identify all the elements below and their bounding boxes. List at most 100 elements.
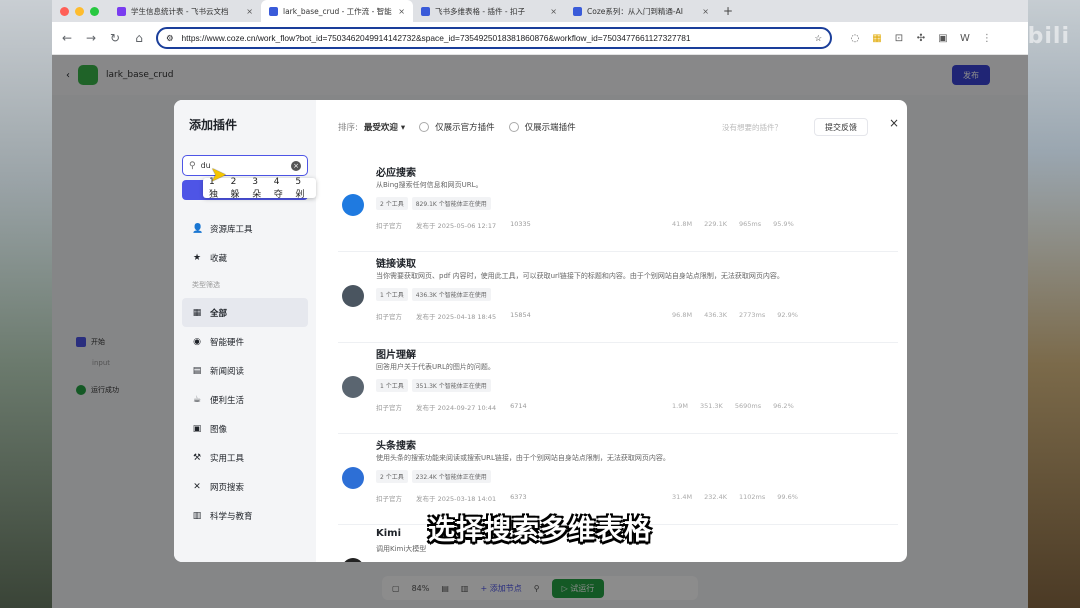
category-label: 实用工具 — [210, 453, 245, 464]
plugin-stat: 232.4K — [704, 493, 727, 501]
tool-icon: ⚒ — [192, 452, 202, 463]
browser-tab[interactable]: lark_base_crud - 工作流 - 智能 × — [261, 0, 413, 22]
tab-close-icon[interactable]: × — [246, 7, 253, 16]
plugin-tags: 1 个工具 436.3K 个智能体正在使用 — [376, 288, 491, 301]
sidebar-top-items: 👤 资源库工具 ★ 收藏 — [182, 214, 308, 272]
category-label: 图像 — [210, 424, 228, 435]
site-settings-icon[interactable]: ⚙ — [166, 33, 174, 43]
official-only-label[interactable]: 仅展示官方插件 — [435, 121, 495, 133]
tab-close-icon[interactable]: × — [702, 7, 709, 16]
close-window-button[interactable] — [60, 6, 69, 16]
sidebar-item[interactable]: ★ 收藏 — [182, 243, 308, 272]
category-label: 新闻阅读 — [210, 366, 245, 377]
extension-icon[interactable]: ◌ — [848, 33, 862, 44]
plugin-meta: 扣子官方 发布于 2025-04-18 18:45 15854 — [376, 311, 531, 321]
maximize-window-button[interactable] — [90, 6, 99, 16]
ime-candidate[interactable]: 3 朵 — [252, 177, 267, 200]
address-bar-row: ← → ↻ ⌂ ⚙ https://www.coze.cn/work_flow?… — [52, 22, 1028, 55]
extension-icon[interactable]: ▦ — [870, 33, 884, 44]
plugin-tag: 2 个工具 — [376, 470, 408, 483]
device-icon: ◉ — [193, 336, 201, 347]
reload-icon[interactable]: ↻ — [108, 31, 122, 45]
plugin-author: 扣子官方 — [376, 404, 402, 412]
category-label: 全部 — [210, 308, 228, 319]
back-icon[interactable]: ← — [60, 31, 74, 45]
plugin-date: 发布于 2025-04-18 18:45 — [416, 313, 497, 321]
extension-icon[interactable]: ⊡ — [892, 33, 906, 44]
extensions-puzzle-icon[interactable]: ✣ — [914, 33, 928, 44]
ime-candidate[interactable]: 4 夺 — [274, 177, 289, 200]
plugin-stat: 1.9M — [672, 402, 688, 410]
plugin-card[interactable]: 链接读取 当你需要获取网页、pdf 内容时，使用此工具，可以获取url链接下的标题… — [338, 255, 898, 343]
bookmark-star-icon[interactable]: ☆ — [814, 33, 822, 43]
search-hint: 没有想要的插件？ — [722, 123, 782, 132]
sidebar-icon[interactable]: ▣ — [936, 33, 950, 44]
tab-title: lark_base_crud - 工作流 - 智能 — [283, 6, 392, 16]
tab-favicon-icon — [117, 6, 126, 16]
device-only-radio[interactable] — [508, 122, 519, 132]
plugin-card[interactable]: 图片理解 回答用户关于代表URL的图片的问题。 1 个工具 351.3K 个智能体正在… — [338, 346, 898, 434]
plugin-card[interactable]: 必应搜索 从Bing搜索任何信息和网页URL。 2 个工具 829.1K 个智能体正在… — [338, 164, 898, 252]
browser-tab[interactable]: 学生信息统计表 - 飞书云文档 × — [109, 0, 261, 22]
plugin-stat: 2773ms — [738, 311, 766, 319]
browser-tab[interactable]: 飞书多维表格 - 插件 - 扣子 × — [413, 0, 565, 22]
plugin-tag: 351.3K 个智能体正在使用 — [411, 379, 491, 392]
minimize-window-button[interactable] — [75, 6, 84, 16]
device-only-label[interactable]: 仅展示端插件 — [525, 121, 576, 133]
category-item[interactable]: ☕ 便利生活 — [182, 385, 308, 414]
clear-search-icon[interactable]: × — [291, 160, 301, 171]
plugin-tags: 1 个工具 351.3K 个智能体正在使用 — [376, 379, 491, 392]
plugin-logo — [342, 285, 364, 307]
category-group-label: 类型筛选 — [192, 281, 220, 289]
feedback-button[interactable]: 提交反馈 — [814, 118, 868, 136]
plugin-stats: 1.9M 351.3K 5690ms 96.2% — [672, 402, 794, 410]
plugin-favorites: 10335 — [510, 220, 531, 228]
tab-close-icon[interactable]: × — [550, 7, 557, 16]
extensions-bar: ◌ ▦ ⊡ ✣ ▣ W ⋮ — [848, 33, 994, 44]
plugin-stat: 965ms — [738, 220, 762, 228]
sort-label: 排序: — [338, 123, 358, 133]
mouse-cursor-icon: ➤ — [210, 162, 227, 186]
plugin-meta: 扣子官方 发布于 2024-09-27 10:44 6714 — [376, 402, 527, 412]
cup-icon: ☕ — [192, 394, 202, 405]
category-label: 智能硬件 — [210, 337, 245, 348]
plugin-tag: 2 个工具 — [376, 197, 408, 210]
grid-icon: ▦ — [192, 307, 202, 318]
plugin-logo — [342, 467, 364, 489]
home-icon[interactable]: ⌂ — [132, 31, 146, 45]
category-item[interactable]: ✕ 网页搜索 — [182, 472, 308, 501]
new-tab-button[interactable]: + — [717, 4, 733, 18]
plugin-meta: 扣子官方 发布于 2025-05-06 12:17 10335 — [376, 220, 531, 230]
search-icon: ⚲ — [189, 160, 196, 171]
url-field[interactable]: ⚙ https://www.coze.cn/work_flow?bot_id=7… — [156, 27, 832, 49]
category-item[interactable]: ◉ 智能硬件 — [182, 327, 308, 356]
plugin-search-input[interactable]: ⚲ du × — [182, 155, 308, 176]
plugin-description: 回答用户关于代表URL的图片的问题。 — [376, 363, 495, 371]
plugin-meta: 扣子官方 发布于 2025-03-18 14:01 6373 — [376, 493, 527, 503]
category-item[interactable]: ▤ 新闻阅读 — [182, 356, 308, 385]
sidebar-item[interactable]: 👤 资源库工具 — [182, 214, 308, 243]
star-icon: ★ — [192, 252, 202, 263]
forward-icon[interactable]: → — [84, 31, 98, 45]
official-only-radio[interactable] — [419, 122, 430, 132]
ime-candidate[interactable]: 5 剁 — [295, 177, 310, 200]
ime-candidate[interactable]: 2 躲 — [231, 177, 246, 200]
browser-tab[interactable]: Coze系列：从入门到精通-AI × — [565, 0, 717, 22]
category-item[interactable]: ▦ 全部 — [182, 298, 308, 327]
tab-close-icon[interactable]: × — [398, 7, 405, 16]
plugin-stat: 31.4M — [672, 493, 693, 501]
url-text: https://www.coze.cn/work_flow?bot_id=750… — [181, 33, 691, 43]
profile-avatar[interactable]: W — [958, 33, 972, 44]
sort-dropdown[interactable]: 最受欢迎 ▾ — [364, 121, 405, 133]
category-item[interactable]: ▣ 图像 — [182, 414, 308, 443]
tab-title: 学生信息统计表 - 飞书云文档 — [131, 6, 229, 16]
tab-bar: 学生信息统计表 - 飞书云文档 × lark_base_crud - 工作流 - 智… — [52, 0, 1028, 22]
category-item[interactable]: ⚒ 实用工具 — [182, 443, 308, 472]
plugin-logo — [342, 558, 364, 562]
user-icon: 👤 — [192, 223, 204, 234]
plugin-stat: 96.8M — [672, 311, 693, 319]
plugin-date: 发布于 2024-09-27 10:44 — [416, 404, 497, 412]
plugin-stat: 436.3K — [704, 311, 727, 319]
plugin-favorites: 6373 — [510, 493, 527, 501]
close-icon[interactable]: × — [889, 116, 899, 130]
